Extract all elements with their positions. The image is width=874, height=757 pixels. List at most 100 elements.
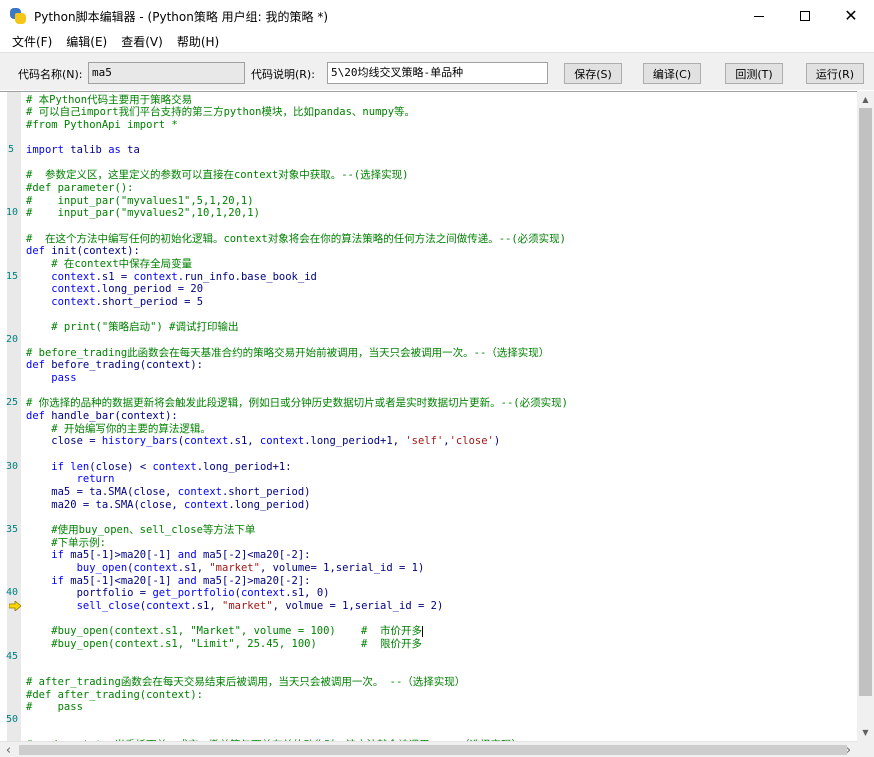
minimize-button[interactable] <box>736 0 782 32</box>
code-token: # pass <box>26 701 83 714</box>
code-token: , volume= 1,serial_id = 1) <box>259 561 425 574</box>
menu-file[interactable]: 文件(F) <box>0 32 59 52</box>
code-token: ma5[-1]>ma20[-1] <box>63 549 178 562</box>
code-token: def <box>26 410 45 422</box>
maximize-button[interactable] <box>782 0 828 32</box>
code-line: #使用buy_open、sell_close等方法下单 <box>26 524 255 537</box>
code-line: context.s1 = context.run_info.base_book_… <box>26 271 317 284</box>
save-button[interactable]: 保存(S) <box>564 63 622 84</box>
code-name-field[interactable]: ma5 <box>88 62 245 84</box>
menu-edit[interactable]: 编辑(E) <box>59 32 114 52</box>
code-token: 'self' <box>405 435 444 448</box>
menu-help[interactable]: 帮助(H) <box>170 32 226 52</box>
code-line: ma5 = ta.SMA(close, context.short_period… <box>26 485 311 499</box>
scroll-left-icon[interactable]: ‹ <box>0 742 17 757</box>
code-line: # 本Python代码主要用于策略交易 <box>26 94 192 107</box>
toolbar: 代码名称(N): ma5 代码说明(R): 5\20均线交叉策略-单品种 保存(… <box>0 52 874 90</box>
code-token: .long_period = 20 <box>95 283 204 296</box>
code-token: buy_open <box>76 561 128 574</box>
code-token: ta <box>120 144 140 157</box>
code-line: # input_par("myvalues2",10,1,20,1) <box>26 207 260 220</box>
code-token: init(context): <box>44 245 140 258</box>
code-line: # 可以自己import我们平台支持的第三方python模块，比如pandas、… <box>26 106 415 119</box>
line-number: 40 <box>6 587 19 599</box>
line-number: 45 <box>6 650 19 662</box>
code-token: portfolio = <box>26 587 153 600</box>
code-desc-field[interactable]: 5\20均线交叉策略-单品种 <box>327 62 548 84</box>
backtest-button[interactable]: 回测(T) <box>725 63 783 84</box>
code-token: get_portfolio <box>152 587 235 600</box>
code-line: # after_trading函数会在每天交易结束后被调用，当天只会被调用一次。… <box>26 676 465 689</box>
scroll-right-icon[interactable]: › <box>840 742 857 757</box>
code-token: context <box>51 283 96 296</box>
code-token: #def parameter(): <box>26 182 134 195</box>
code-token: # input_par("myvalues2",10,1,20,1) <box>26 207 260 220</box>
code-line: context.long_period = 20 <box>26 283 203 296</box>
code-line: #buy_open(context.s1, "Market", volume =… <box>26 625 424 638</box>
window-controls: ✕ <box>736 0 874 32</box>
code-line: # 参数定义区，这里定义的参数可以直接在context对象中获取。--(选择实现… <box>26 169 409 182</box>
code-token: #下单示例: <box>26 536 106 549</box>
vertical-scroll-thumb[interactable] <box>859 108 872 696</box>
code-token: .s1, <box>190 599 222 612</box>
code-token: ma5[-2]<ma20[-2]: <box>196 549 311 562</box>
minimize-icon <box>754 15 764 17</box>
vertical-scrollbar[interactable]: ▲ ▼ <box>857 91 874 741</box>
code-token: context <box>51 296 96 309</box>
code-line: if ma5[-1]<ma20[-1] and ma5[-2]>ma20[-2]… <box>26 574 310 588</box>
code-token: # input_par("myvalues1",5,1,20,1) <box>26 194 254 207</box>
line-number: 35 <box>6 523 19 535</box>
line-number: 20 <box>6 334 19 346</box>
code-token: pass <box>26 372 77 385</box>
code-token: context <box>177 485 222 498</box>
code-line: def before_trading(context): <box>26 359 203 372</box>
code-line: return <box>26 473 115 486</box>
compile-button[interactable]: 编译(C) <box>643 63 701 84</box>
code-token: .s1, 0) <box>285 587 330 600</box>
scroll-down-icon[interactable]: ▼ <box>857 724 874 741</box>
code-line: #from PythonApi import * <box>26 119 178 132</box>
code-text-area[interactable]: # 本Python代码主要用于策略交易 # 可以自己import我们平台支持的第三… <box>21 92 857 743</box>
run-button[interactable]: 运行(R) <box>806 63 864 84</box>
code-token: def <box>26 359 45 372</box>
editor-fold-margin[interactable] <box>7 92 21 742</box>
scroll-up-icon[interactable]: ▲ <box>857 91 874 108</box>
code-token: history_bars <box>101 435 178 448</box>
code-line: context.short_period = 5 <box>26 296 203 309</box>
code-line: # 在这个方法中编写任何的初始化逻辑。context对象将会在你的算法策略的任何… <box>26 233 566 246</box>
code-token: context <box>184 498 229 511</box>
code-editor[interactable]: 5 10 15 20 25 30 35 40 45 50 # 本Python代码主要用于策略交易 #… <box>0 91 874 743</box>
close-button[interactable]: ✕ <box>828 0 874 32</box>
code-token: # after_trading函数会在每天交易结束后被调用，当天只会被调用一次。… <box>26 675 466 688</box>
code-token: .short_period) <box>221 485 311 498</box>
code-token: if <box>51 574 64 587</box>
code-token: .short_period = 5 <box>95 296 204 309</box>
code-token: context <box>152 460 197 473</box>
horizontal-scroll-thumb[interactable] <box>19 745 847 755</box>
code-token: ma5[-1]<ma20[-1] <box>63 574 178 587</box>
code-line: portfolio = get_portfolio(context.s1, 0) <box>26 587 330 600</box>
line-number: 10 <box>6 207 19 219</box>
code-token: "market" <box>209 561 260 574</box>
menu-view[interactable]: 查看(V) <box>114 32 170 52</box>
code-token: #使用buy_open、sell_close等方法下单 <box>26 523 256 536</box>
horizontal-scrollbar[interactable]: ‹ › <box>0 741 857 757</box>
code-token: # 本Python代码主要用于策略交易 <box>26 93 193 106</box>
code-token: # 在这个方法中编写任何的初始化逻辑。context对象将会在你的算法策略的任何… <box>26 232 566 245</box>
line-number: 5 <box>8 144 15 156</box>
code-token: and <box>177 574 197 587</box>
code-token: # before_trading此函数会在每天基准合约的策略交易开始前被调用，当… <box>26 346 550 359</box>
code-token: # 你选择的品种的数据更新将会触发此段逻辑，例如日或分钟历史数据切片或者是实时数… <box>26 397 568 410</box>
code-token: import <box>26 144 64 157</box>
code-token: (close) < <box>89 460 153 473</box>
code-token: .long_period+1: <box>196 460 292 473</box>
code-token: # print("策略启动") #调试打印输出 <box>26 321 239 334</box>
code-token: as <box>108 144 121 157</box>
code-line: # 在context中保存全局变量 <box>26 258 192 271</box>
menu-bar: 文件(F) 编辑(E) 查看(V) 帮助(H) <box>0 32 874 52</box>
